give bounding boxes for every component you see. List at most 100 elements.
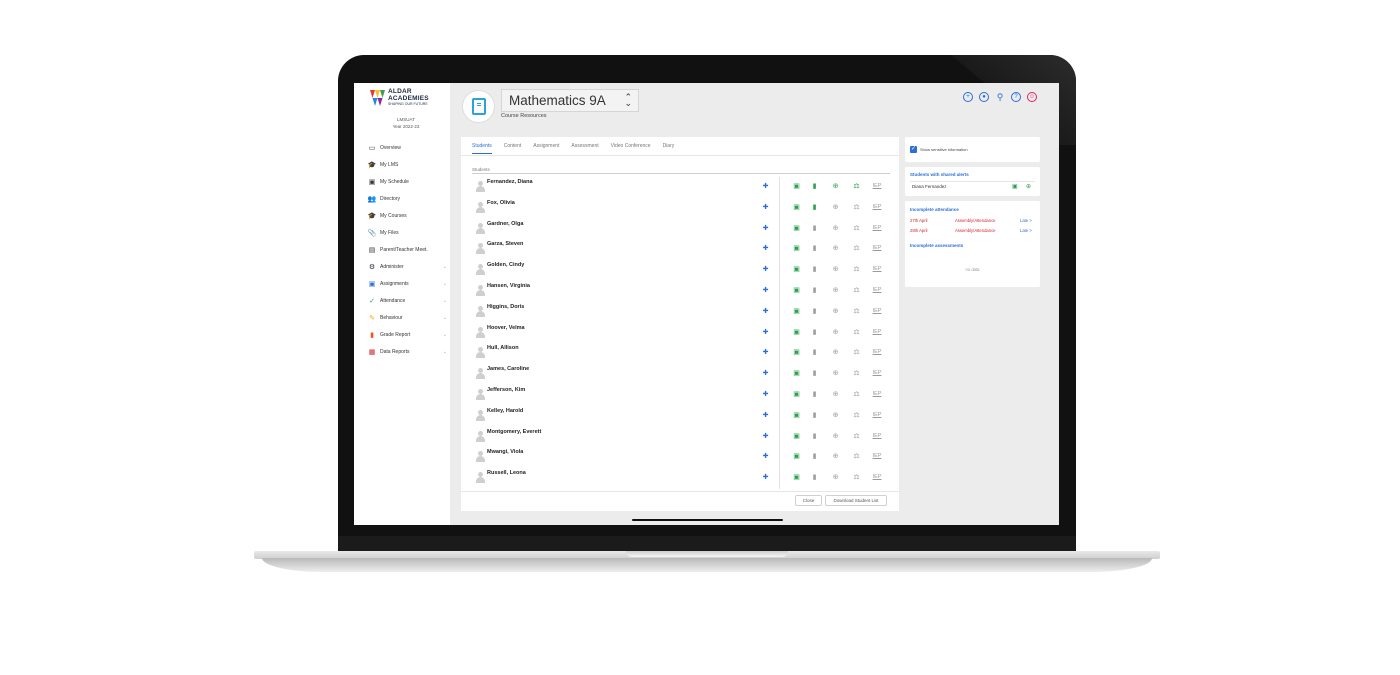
scale-icon[interactable]: ⚖ [852, 307, 861, 316]
puzzle-icon[interactable]: ✚ [761, 203, 770, 212]
scale-icon[interactable]: ⚖ [852, 411, 861, 420]
medical-icon[interactable]: ⊕ [831, 473, 840, 482]
student-row[interactable]: Jefferson, Kim ✚ ▣ ▮ ⊕ ⚖ IEP [461, 385, 899, 406]
notes-icon[interactable]: ▮ [810, 286, 819, 295]
student-row[interactable]: Golden, Cindy ✚ ▣ ▮ ⊕ ⚖ IEP [461, 260, 899, 281]
add-icon[interactable]: + [963, 92, 973, 102]
tab-diary[interactable]: Diary [663, 143, 675, 154]
notes-icon[interactable]: ▮ [810, 224, 819, 233]
iep-link[interactable]: IEP [870, 224, 884, 233]
student-name[interactable]: Kelley, Harold [487, 408, 523, 414]
eye-icon[interactable]: ● [979, 92, 989, 102]
tab-content[interactable]: Content [504, 143, 522, 154]
scale-icon[interactable]: ⚖ [852, 473, 861, 482]
student-row[interactable]: Fernandez, Diana ✚ ▣ ▮ ⊕ ⚖ IEP [461, 177, 899, 198]
notes-icon[interactable]: ▮ [810, 390, 819, 399]
course-selector[interactable]: Mathematics 9A ⌃ ⌄ [501, 89, 639, 112]
help-icon[interactable]: ? [1011, 92, 1021, 102]
puzzle-icon[interactable]: ✚ [761, 348, 770, 357]
calendar-icon[interactable]: ▣ [792, 411, 801, 420]
medical-icon[interactable]: ⊕ [831, 182, 840, 191]
notes-icon[interactable]: ▮ [810, 265, 819, 274]
medical-icon[interactable]: ⊕ [831, 244, 840, 253]
medical-icon[interactable]: ⊕ [831, 390, 840, 399]
iep-link[interactable]: IEP [870, 452, 884, 461]
calendar-icon[interactable]: ▣ [792, 369, 801, 378]
calendar-icon[interactable]: ▣ [792, 203, 801, 212]
shared-alert-student[interactable]: Diana Fernandez [912, 184, 947, 189]
medical-icon[interactable]: ⊕ [831, 432, 840, 441]
calendar-icon[interactable]: ▣ [792, 328, 801, 337]
student-name[interactable]: Gardner, Olga [487, 221, 523, 227]
notes-icon[interactable]: ▣ [1012, 183, 1018, 190]
student-name[interactable]: Jefferson, Kim [487, 387, 525, 393]
notes-icon[interactable]: ▮ [810, 473, 819, 482]
calendar-icon[interactable]: ▣ [792, 286, 801, 295]
sidebar-item-my-schedule[interactable]: ▣ My Schedule [367, 173, 447, 190]
student-row[interactable]: Russell, Leona ✚ ▣ ▮ ⊕ ⚖ IEP [461, 468, 899, 489]
iep-link[interactable]: IEP [870, 473, 884, 482]
scale-icon[interactable]: ⚖ [852, 432, 861, 441]
student-name[interactable]: Russell, Leona [487, 470, 526, 476]
medical-icon[interactable]: ⊕ [831, 328, 840, 337]
notes-icon[interactable]: ▮ [810, 203, 819, 212]
student-name[interactable]: Hoover, Velma [487, 325, 525, 331]
student-name[interactable]: Hansen, Virginia [487, 283, 530, 289]
notes-icon[interactable]: ▮ [810, 307, 819, 316]
late-link[interactable]: Late > [1020, 218, 1032, 223]
puzzle-icon[interactable]: ✚ [761, 224, 770, 233]
medical-icon[interactable]: ⊕ [831, 307, 840, 316]
calendar-icon[interactable]: ▣ [792, 390, 801, 399]
medical-icon[interactable]: ⊕ [1026, 183, 1031, 190]
puzzle-icon[interactable]: ✚ [761, 265, 770, 274]
close-button[interactable]: Close [795, 495, 822, 506]
sidebar-item-my-courses[interactable]: 🎓 My Courses [367, 207, 447, 224]
medical-icon[interactable]: ⊕ [831, 369, 840, 378]
puzzle-icon[interactable]: ✚ [761, 473, 770, 482]
iep-link[interactable]: IEP [870, 390, 884, 399]
sidebar-item-overview[interactable]: ▭ Overview [367, 139, 447, 156]
late-link[interactable]: Late > [1020, 228, 1032, 233]
iep-link[interactable]: IEP [870, 203, 884, 212]
student-name[interactable]: Montgomery, Everett [487, 429, 541, 435]
scale-icon[interactable]: ⚖ [852, 286, 861, 295]
iep-link[interactable]: IEP [870, 182, 884, 191]
scale-icon[interactable]: ⚖ [852, 244, 861, 253]
calendar-icon[interactable]: ▣ [792, 244, 801, 253]
notes-icon[interactable]: ▮ [810, 328, 819, 337]
puzzle-icon[interactable]: ✚ [761, 411, 770, 420]
student-name[interactable]: Higgins, Doris [487, 304, 524, 310]
sidebar-item-parent-teacher[interactable]: ▤ Parent/Teacher Meet. [367, 241, 447, 258]
sensitive-info-checkbox[interactable]: ✓ [910, 146, 917, 153]
notes-icon[interactable]: ▮ [810, 452, 819, 461]
puzzle-icon[interactable]: ✚ [761, 452, 770, 461]
student-name[interactable]: James, Caroline [487, 366, 529, 372]
puzzle-icon[interactable]: ✚ [761, 244, 770, 253]
calendar-icon[interactable]: ▣ [792, 432, 801, 441]
medical-icon[interactable]: ⊕ [831, 265, 840, 274]
calendar-icon[interactable]: ▣ [792, 265, 801, 274]
calendar-icon[interactable]: ▣ [792, 452, 801, 461]
iep-link[interactable]: IEP [870, 432, 884, 441]
search-icon[interactable]: ⚲ [995, 92, 1005, 102]
student-row[interactable]: Fox, Olivia ✚ ▣ ▮ ⊕ ⚖ IEP [461, 198, 899, 219]
aldar-logo[interactable]: ALDAR ACADEMIES SHAPING OUR FUTURE [370, 88, 429, 108]
medical-icon[interactable]: ⊕ [831, 411, 840, 420]
iep-link[interactable]: IEP [870, 286, 884, 295]
notes-icon[interactable]: ▮ [810, 348, 819, 357]
scale-icon[interactable]: ⚖ [852, 369, 861, 378]
scale-icon[interactable]: ⚖ [852, 203, 861, 212]
sidebar-item-directory[interactable]: 👥 Directory [367, 190, 447, 207]
iep-link[interactable]: IEP [870, 411, 884, 420]
sidebar-item-behaviour[interactable]: ✎ Behaviour ⌄ [367, 309, 447, 326]
puzzle-icon[interactable]: ✚ [761, 307, 770, 316]
student-name[interactable]: Fernandez, Diana [487, 179, 533, 185]
student-row[interactable]: Kelley, Harold ✚ ▣ ▮ ⊕ ⚖ IEP [461, 406, 899, 427]
scale-icon[interactable]: ⚖ [852, 390, 861, 399]
sidebar-item-my-files[interactable]: 📎 My Files [367, 224, 447, 241]
medical-icon[interactable]: ⊕ [831, 224, 840, 233]
student-name[interactable]: Hull, Allison [487, 345, 519, 351]
user-icon[interactable]: ☺ [1027, 92, 1037, 102]
notes-icon[interactable]: ▮ [810, 411, 819, 420]
calendar-icon[interactable]: ▣ [792, 182, 801, 191]
